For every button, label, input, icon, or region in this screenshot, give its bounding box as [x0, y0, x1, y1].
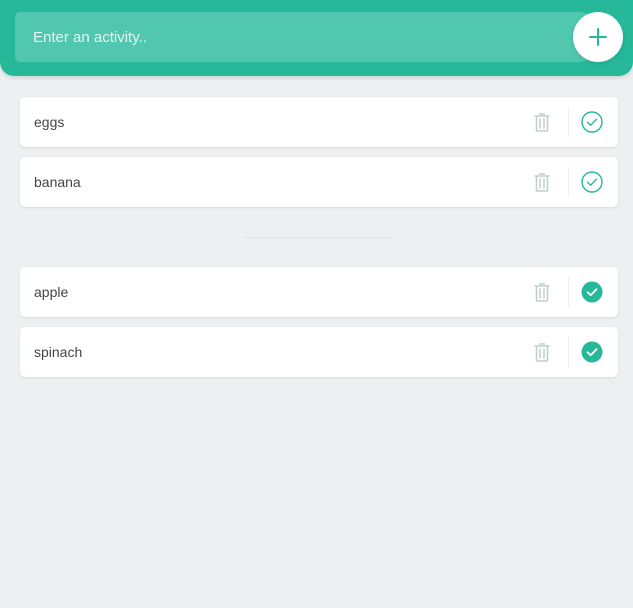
item-divider: [568, 337, 569, 367]
item-divider: [568, 277, 569, 307]
trash-icon: [534, 173, 550, 192]
complete-button[interactable]: [577, 267, 607, 317]
header-bar: [0, 0, 633, 76]
complete-button[interactable]: [577, 157, 607, 207]
item-label: spinach: [34, 344, 83, 360]
trash-icon: [534, 283, 550, 302]
list-item: spinach: [20, 327, 618, 377]
item-label: apple: [34, 284, 69, 300]
add-button[interactable]: [573, 12, 623, 62]
plus-icon: [589, 28, 607, 46]
item-divider: [568, 107, 569, 137]
todo-list: eggs banana: [20, 97, 618, 217]
activity-input[interactable]: [15, 12, 603, 62]
complete-button[interactable]: [577, 97, 607, 147]
check-circle-icon: [581, 341, 603, 363]
complete-button[interactable]: [577, 327, 607, 377]
list-item: banana: [20, 157, 618, 207]
remove-button[interactable]: [527, 327, 557, 377]
remove-button[interactable]: [527, 267, 557, 317]
list-item: eggs: [20, 97, 618, 147]
remove-button[interactable]: [527, 97, 557, 147]
trash-icon: [534, 113, 550, 132]
list-separator: [244, 237, 394, 238]
item-label: banana: [34, 174, 81, 190]
check-circle-icon: [581, 281, 603, 303]
remove-button[interactable]: [527, 157, 557, 207]
check-circle-icon: [581, 171, 603, 193]
list-item: apple: [20, 267, 618, 317]
item-label: eggs: [34, 114, 65, 130]
trash-icon: [534, 343, 550, 362]
item-divider: [568, 167, 569, 197]
completed-list: apple spinach: [20, 267, 618, 387]
check-circle-icon: [581, 111, 603, 133]
